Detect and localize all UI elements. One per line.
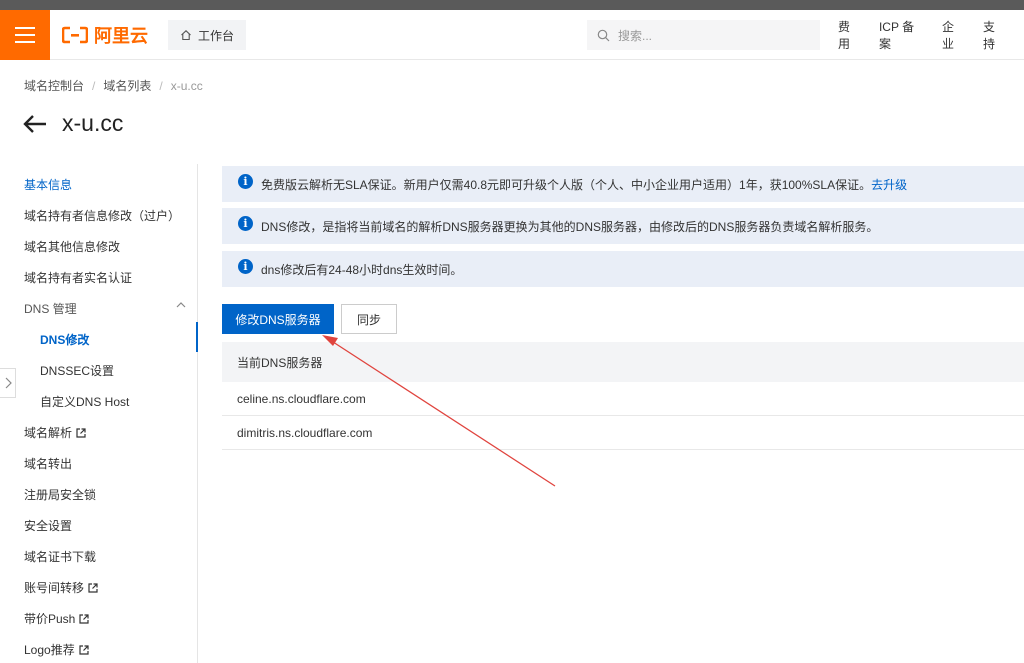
upgrade-link[interactable]: 去升级 [871, 176, 907, 193]
sidebar-item-real-name[interactable]: 域名持有者实名认证 [24, 269, 132, 286]
sidebar-item-label: 域名证书下载 [24, 550, 97, 564]
sidebar-item-registry-lock[interactable]: 注册局安全锁 [24, 486, 96, 503]
sync-button[interactable]: 同步 [341, 304, 397, 334]
sidebar-item-label: 自定义DNS Host [40, 395, 130, 409]
page-header: x-u.cc [22, 110, 123, 137]
home-icon [181, 30, 191, 41]
dns-server-table: 当前DNS服务器 celine.ns.cloudflare.com dimitr… [222, 342, 1024, 450]
search-placeholder: 搜索... [618, 28, 653, 43]
header-link-support[interactable]: 支持 [983, 18, 1006, 52]
back-arrow-icon[interactable] [22, 111, 48, 137]
page-title: x-u.cc [62, 110, 124, 136]
sidebar: 基本信息 域名持有者信息修改（过户） 域名其他信息修改 域名持有者实名认证 DN… [0, 164, 198, 663]
notice-text: dns修改后有24-48小时dns生效时间。 [261, 262, 463, 277]
workbench-label: 工作台 [197, 28, 234, 43]
table-header: 当前DNS服务器 [222, 342, 1024, 382]
sidebar-item-label: 域名其他信息修改 [24, 240, 121, 254]
dns-server-value: dimitris.ns.cloudflare.com [237, 425, 373, 440]
sidebar-item-label: DNS 管理 [24, 302, 77, 316]
header-links: 费用 ICP 备案 企业 支持 [838, 10, 1024, 60]
breadcrumb-domain-console[interactable]: 域名控制台 [24, 77, 84, 94]
sidebar-item-basic-info[interactable]: 基本信息 [24, 176, 72, 193]
table-row: celine.ns.cloudflare.com [222, 382, 1024, 416]
sidebar-item-label: 注册局安全锁 [24, 488, 97, 502]
info-icon: i [238, 173, 253, 189]
dns-server-value: celine.ns.cloudflare.com [237, 391, 366, 406]
aliyun-logo-icon [62, 26, 88, 44]
search-input[interactable]: 搜索... [587, 20, 820, 50]
header-link-icp[interactable]: ICP 备案 [879, 18, 924, 52]
sidebar-item-label: 域名持有者信息修改（过户） [24, 209, 181, 223]
top-navigation-bar: 阿里云 工作台 搜索... 费用 ICP 备案 企业 支持 [0, 10, 1024, 60]
external-link-icon [76, 427, 86, 438]
sidebar-item-label: 域名转出 [24, 457, 73, 471]
breadcrumb-separator: / [159, 78, 163, 93]
sidebar-collapse-button[interactable] [0, 368, 16, 398]
table-header-label: 当前DNS服务器 [237, 355, 323, 370]
logo-text: 阿里云 [94, 26, 148, 46]
notice-text: DNS修改，是指将当前域名的解析DNS服务器更换为其他的DNS服务器，由修改后的… [261, 219, 879, 234]
header-link-enterprise[interactable]: 企业 [942, 18, 965, 52]
sidebar-item-label: 安全设置 [24, 519, 73, 533]
menu-icon-line [15, 41, 35, 43]
modify-dns-button[interactable]: 修改DNS服务器 [222, 304, 334, 334]
menu-icon-line [15, 34, 35, 36]
breadcrumb-current: x-u.cc [170, 78, 203, 93]
notice-sla: i 免费版云解析无SLA保证。新用户仅需40.8元即可升级个人版（个人、中小企业… [222, 166, 1024, 202]
breadcrumb: 域名控制台 / 域名列表 / x-u.cc [24, 77, 203, 94]
sidebar-item-dnssec[interactable]: DNSSEC设置 [40, 362, 114, 379]
breadcrumb-domain-list[interactable]: 域名列表 [103, 77, 151, 94]
info-icon: i [238, 258, 253, 274]
sidebar-item-label: 域名持有者实名认证 [24, 271, 133, 285]
sidebar-item-other-info[interactable]: 域名其他信息修改 [24, 238, 120, 255]
sidebar-item-security-settings[interactable]: 安全设置 [24, 517, 72, 534]
sidebar-item-label: 带价Push [24, 612, 76, 626]
sidebar-item-priced-push[interactable]: 带价Push [24, 610, 89, 627]
external-link-icon [88, 582, 98, 593]
sidebar-item-custom-dns-host[interactable]: 自定义DNS Host [40, 393, 129, 410]
search-icon [597, 29, 610, 41]
sidebar-item-account-transfer[interactable]: 账号间转移 [24, 579, 98, 596]
sidebar-item-label: 基本信息 [24, 178, 73, 192]
chevron-right-icon [5, 377, 12, 389]
table-row: dimitris.ns.cloudflare.com [222, 416, 1024, 450]
workbench-button[interactable]: 工作台 [168, 20, 246, 50]
sidebar-item-owner-transfer[interactable]: 域名持有者信息修改（过户） [24, 207, 180, 224]
sidebar-item-dns-modify[interactable]: DNS修改 [40, 331, 89, 348]
sidebar-item-label: 域名解析 [24, 426, 73, 440]
menu-button[interactable] [0, 10, 50, 60]
active-indicator [196, 322, 198, 352]
notice-dns-propagation: i dns修改后有24-48小时dns生效时间。 [222, 251, 1024, 287]
browser-top-strip [0, 0, 1024, 10]
sidebar-item-label: DNSSEC设置 [40, 364, 115, 378]
notice-dns-explain: i DNS修改，是指将当前域名的解析DNS服务器更换为其他的DNS服务器，由修改… [222, 208, 1024, 244]
sidebar-item-label: DNS修改 [40, 333, 90, 347]
external-link-icon [79, 644, 89, 655]
sidebar-item-domain-transfer-out[interactable]: 域名转出 [24, 455, 72, 472]
chevron-up-icon[interactable] [176, 300, 186, 310]
external-link-icon [79, 613, 89, 624]
header-link-fees[interactable]: 费用 [838, 18, 861, 52]
sidebar-item-cert-download[interactable]: 域名证书下载 [24, 548, 96, 565]
sidebar-item-logo-recommend[interactable]: Logo推荐 [24, 641, 89, 658]
sidebar-item-domain-resolution[interactable]: 域名解析 [24, 424, 86, 441]
notice-text: 免费版云解析无SLA保证。新用户仅需40.8元即可升级个人版（个人、中小企业用户… [261, 177, 872, 192]
sidebar-item-label: 账号间转移 [24, 581, 85, 595]
aliyun-logo[interactable]: 阿里云 [62, 23, 148, 47]
info-icon: i [238, 215, 253, 231]
menu-icon-line [15, 27, 35, 29]
sidebar-item-label: Logo推荐 [24, 643, 75, 657]
sidebar-item-dns-management[interactable]: DNS 管理 [24, 300, 77, 317]
breadcrumb-separator: / [92, 78, 96, 93]
